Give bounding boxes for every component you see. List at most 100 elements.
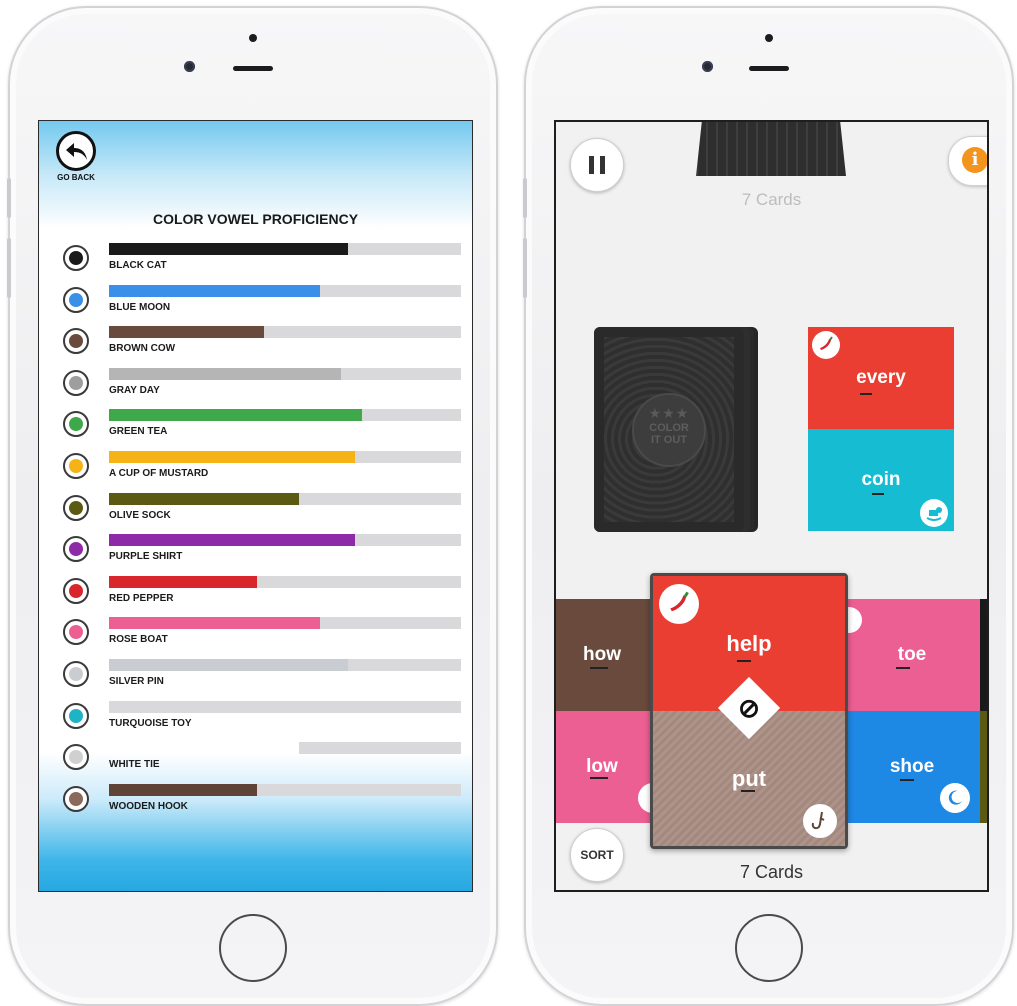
rocking-horse-icon: [63, 702, 89, 729]
proficiency-bar-fill: [109, 575, 257, 588]
proficiency-bar: [109, 617, 461, 630]
proficiency-label: GRAY DAY: [109, 384, 160, 396]
hand-card-3-bottom-word: shoe: [889, 756, 935, 777]
sensor-dot: [249, 34, 257, 42]
proficiency-label: A CUP OF MUSTARD: [109, 467, 209, 479]
hand-card-3-top-word: toe: [897, 644, 927, 665]
phone-right: 7 Cards i ★★★ COLOR IT OUT every coin ho…: [523, 6, 1014, 1006]
proficiency-bar-fill: [109, 284, 321, 297]
proficiency-bar-fill: [109, 243, 349, 255]
proficiency-label: WOODEN HOOK: [109, 800, 188, 812]
proficiency-row: GREEN TEA: [59, 405, 464, 447]
proficiency-bar-fill: [109, 492, 300, 505]
moon-icon: [63, 286, 89, 313]
proficiency-row: GRAY DAY: [59, 364, 464, 406]
hand-card-4-edge: [980, 599, 987, 711]
phone-left: GO BACK COLOR VOWEL PROFICIENCY BLACK CA…: [7, 6, 498, 1006]
hand-card-3[interactable]: toe shoe: [844, 599, 980, 823]
proficiency-row: BLUE MOON: [59, 281, 464, 323]
proficiency-bar-fill: [109, 367, 342, 380]
home-button[interactable]: [219, 914, 287, 982]
side-button: [523, 178, 527, 218]
pause-button[interactable]: [570, 138, 624, 192]
selected-card-bottom-word: put: [731, 765, 767, 791]
page-title: COLOR VOWEL PROFICIENCY: [152, 211, 359, 227]
proficiency-label: ROSE BOAT: [109, 634, 168, 646]
proficiency-label: SILVER PIN: [109, 675, 164, 687]
selected-hand-card[interactable]: help put ⊘: [650, 573, 848, 849]
proficiency-bar: [109, 284, 461, 297]
pepper-icon: [659, 584, 699, 624]
proficiency-bar-fill: [109, 742, 300, 755]
home-button[interactable]: [735, 914, 803, 982]
proficiency-row: WOODEN HOOK: [59, 780, 464, 822]
hand-card-1-bottom-word: low: [586, 756, 618, 777]
go-back-button[interactable]: GO BACK: [51, 131, 101, 182]
hand-card-1[interactable]: how low: [556, 599, 656, 823]
hand-card-3-top: toe: [844, 599, 980, 711]
proficiency-screen: GO BACK COLOR VOWEL PROFICIENCY BLACK CA…: [38, 120, 473, 892]
proficiency-bar: [109, 243, 461, 255]
proficiency-row: WHITE TIE: [59, 738, 464, 780]
back-arrow-icon: [56, 131, 96, 171]
proficiency-bar-fill: [109, 783, 257, 796]
proficiency-row: OLIVE SOCK: [59, 489, 464, 531]
proficiency-label: BLACK CAT: [109, 260, 167, 271]
side-button: [7, 238, 11, 298]
info-button[interactable]: i: [948, 136, 987, 186]
proficiency-row: RED PEPPER: [59, 572, 464, 614]
draw-deck[interactable]: ★★★ COLOR IT OUT: [594, 327, 760, 532]
pause-icon: [586, 156, 608, 174]
pin-icon: [63, 660, 89, 687]
proficiency-row: PURPLE SHIRT: [59, 530, 464, 572]
side-button: [523, 238, 527, 298]
hand-card-1-top: how: [556, 599, 656, 711]
proficiency-label: GREEN TEA: [109, 426, 168, 438]
pepper-icon: [812, 331, 840, 359]
proficiency-label: RED PEPPER: [109, 592, 174, 604]
proficiency-bar: [109, 700, 461, 713]
info-icon: i: [962, 147, 987, 173]
proficiency-bar-fill: [109, 534, 356, 547]
hook-icon: [803, 804, 837, 838]
mustard-cup-icon: [63, 452, 89, 479]
proficiency-bar-fill: [109, 658, 349, 671]
front-camera: [184, 61, 195, 72]
proficiency-label: BLUE MOON: [109, 301, 171, 313]
opponent-deck-pattern: [696, 122, 846, 176]
proficiency-label: BROWN COW: [109, 343, 176, 355]
front-camera: [702, 61, 713, 72]
color-it-out-logo: ★★★ COLOR IT OUT: [632, 393, 706, 467]
moon-icon: [940, 783, 970, 813]
proficiency-bar: [109, 326, 461, 339]
proficiency-list: BLACK CAT BLUE MOON BROWN COW GRAY DAY GREEN…: [59, 239, 464, 821]
proficiency-bar: [109, 742, 461, 755]
proficiency-bar: [109, 409, 461, 422]
proficiency-bar: [109, 783, 461, 796]
proficiency-bar: [109, 658, 461, 671]
proficiency-bar: [109, 534, 461, 547]
proficiency-label: WHITE TIE: [109, 759, 160, 771]
played-card-bottom-word: coin: [861, 469, 901, 490]
earpiece-speaker: [749, 66, 789, 71]
proficiency-label: PURPLE SHIRT: [109, 551, 183, 563]
teacup-icon: [63, 411, 89, 438]
side-button: [7, 178, 11, 218]
cloud-icon: [63, 369, 89, 396]
sock-icon: [63, 494, 89, 521]
proficiency-row: ROSE BOAT: [59, 613, 464, 655]
pepper-icon: [63, 577, 89, 604]
star-icons: ★★★: [648, 405, 690, 421]
proficiency-row: BROWN COW: [59, 322, 464, 364]
deck-top-card: ★★★ COLOR IT OUT: [594, 327, 744, 532]
proficiency-bar: [109, 492, 461, 505]
proficiency-bar: [109, 367, 461, 380]
proficiency-bar: [109, 575, 461, 588]
proficiency-row: A CUP OF MUSTARD: [59, 447, 464, 489]
earpiece-speaker: [233, 66, 273, 71]
hand-card-1-top-word: how: [583, 644, 621, 665]
go-back-label: GO BACK: [57, 173, 95, 182]
rocking-horse-icon: [920, 499, 948, 527]
proficiency-label: TURQUOISE TOY: [109, 717, 192, 729]
cat-icon: [63, 245, 89, 271]
